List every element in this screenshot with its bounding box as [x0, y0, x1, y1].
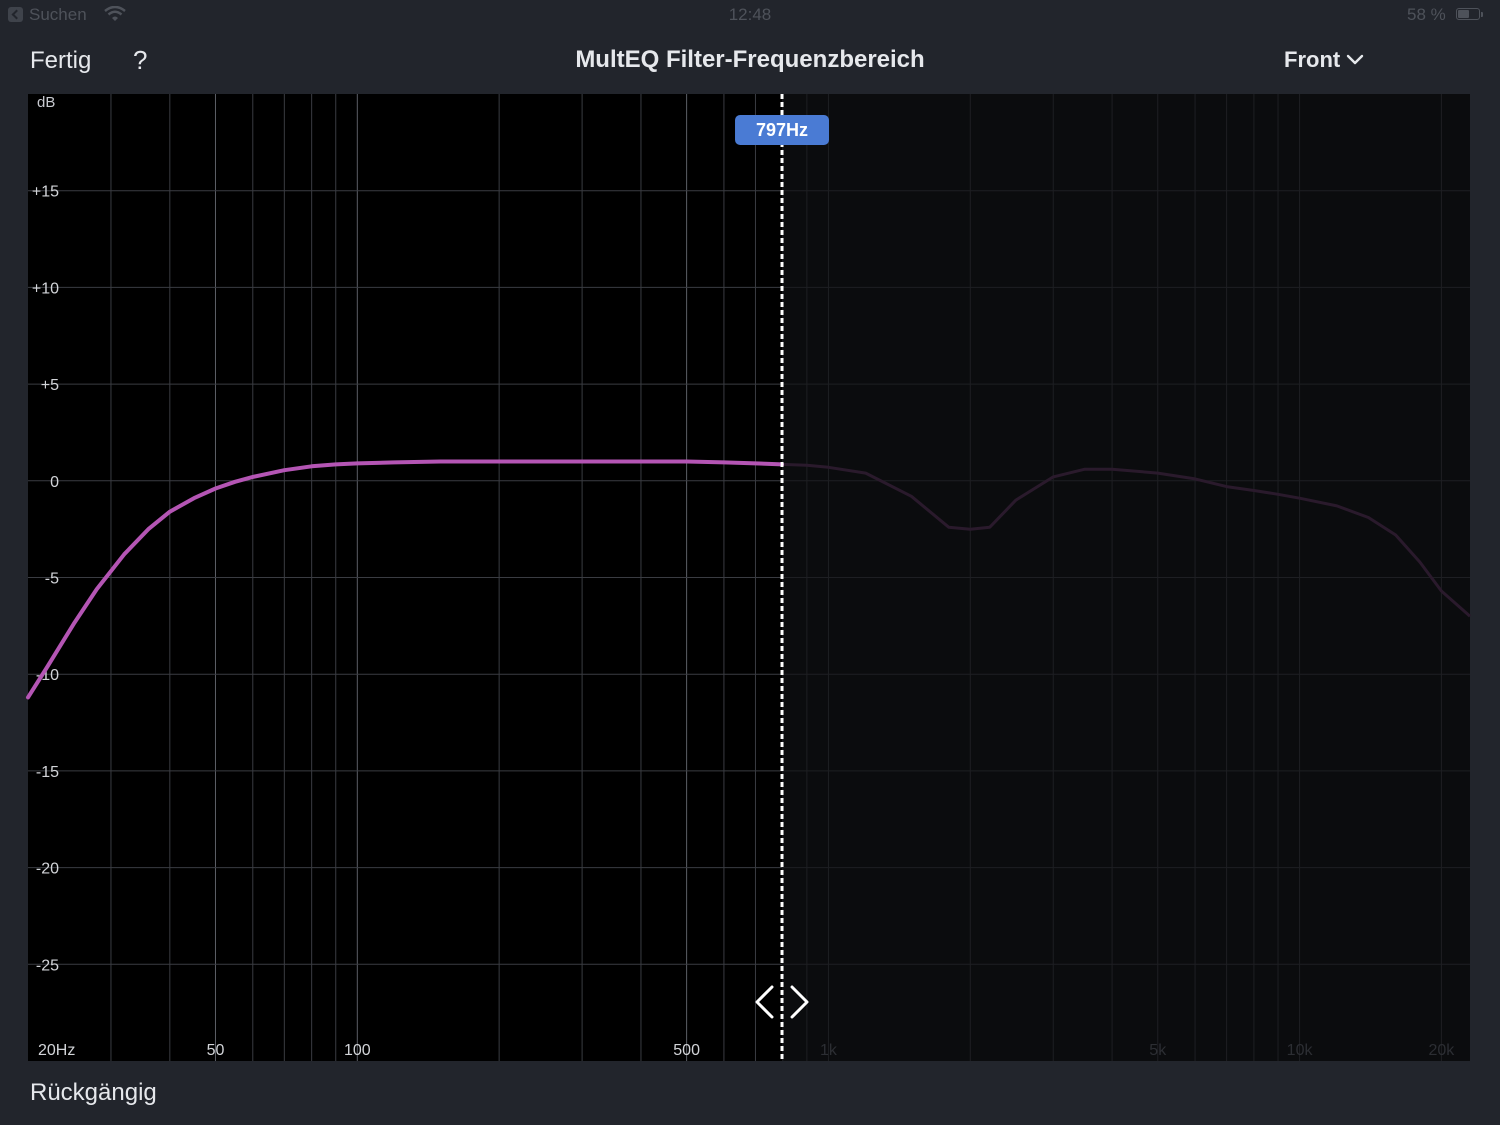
y-tick-label: -5 — [45, 571, 59, 588]
status-time: 12:48 — [728, 5, 772, 24]
page-title: MultEQ Filter-Frequenzbereich — [575, 46, 925, 73]
nav-bar: Fertig ? MultEQ Filter-Frequenzbereich F… — [0, 30, 1500, 94]
x-tick-label: 20k — [1429, 1042, 1456, 1059]
x-tick-label: 100 — [344, 1042, 371, 1059]
battery-percent: 58 % — [1407, 5, 1446, 24]
y-tick-label: -20 — [36, 861, 59, 878]
x-tick-label: 500 — [673, 1042, 700, 1059]
y-tick-label: +15 — [32, 184, 59, 201]
battery-icon — [1456, 8, 1480, 20]
y-tick-label: +10 — [32, 280, 59, 297]
y-tick-label: -15 — [36, 764, 59, 781]
x-tick-label: 20Hz — [38, 1042, 75, 1059]
channel-label: Front — [1284, 47, 1341, 72]
y-tick-label: +5 — [41, 377, 59, 394]
frequency-response-chart[interactable]: +15+10+50-5-10-15-20-25 20Hz 50 100 500 1k 5k… — [0, 94, 1500, 1061]
bottom-toolbar: Rückgängig — [0, 1061, 1500, 1125]
y-tick-label: 0 — [50, 474, 59, 491]
x-tick-label: 1k — [820, 1042, 838, 1059]
x-tick-label: 10k — [1287, 1042, 1314, 1059]
channel-dropdown[interactable]: Front — [1284, 47, 1364, 73]
y-tick-label: -25 — [36, 957, 59, 974]
chevron-down-icon — [1347, 54, 1364, 65]
status-bar: Suchen 12:48 58 % — [0, 0, 1500, 30]
undo-button[interactable]: Rückgängig — [30, 1079, 157, 1107]
x-tick-label: 50 — [207, 1042, 225, 1059]
cutoff-frequency-label: 797Hz — [756, 120, 808, 140]
x-tick-label: 5k — [1149, 1042, 1167, 1059]
y-axis-unit-label: dB — [37, 94, 55, 111]
